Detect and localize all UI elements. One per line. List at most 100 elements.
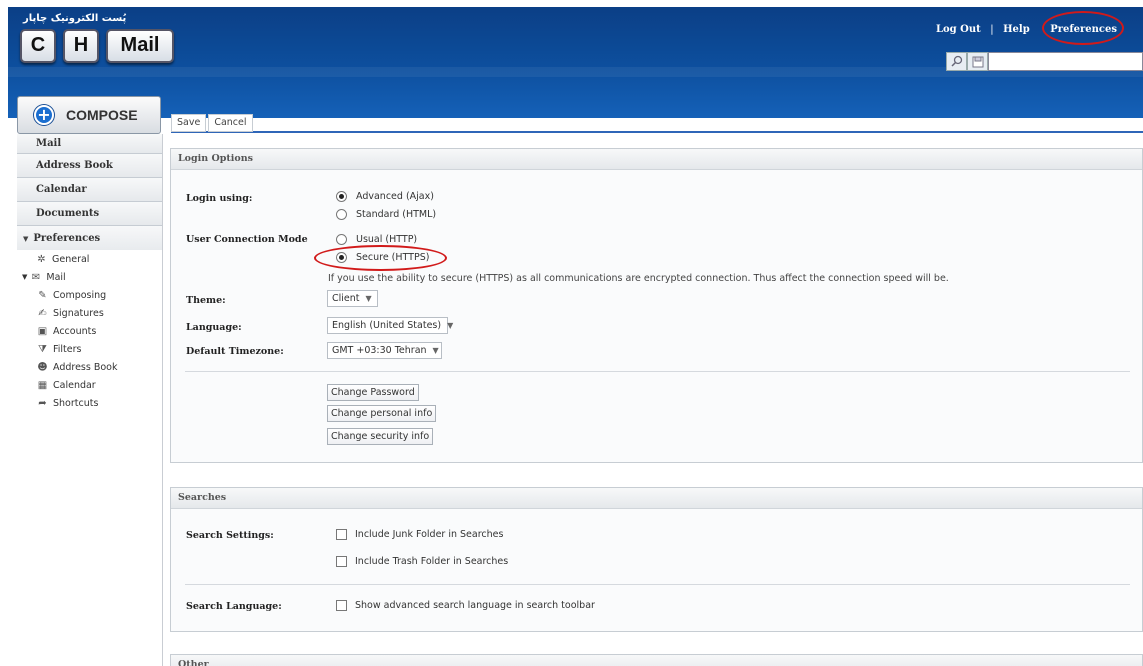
panel-title: Other [171,655,1142,666]
other-panel: Other [170,654,1143,666]
divider [185,371,1130,372]
divider [185,584,1130,585]
theme-label: Theme: [186,295,226,306]
checkbox-box [336,556,347,567]
tree-item-address-book[interactable]: ☻ Address Book [17,358,162,376]
cancel-button[interactable]: Cancel [208,113,253,132]
checkbox-include-trash[interactable]: Include Trash Folder in Searches [336,556,508,567]
sidebar: Mail Address Book Calendar Documents ▼ P… [17,134,163,666]
compose-button[interactable]: + COMPOSE [17,96,161,134]
radio-label: Usual (HTTP) [356,234,418,245]
tree-item-mail[interactable]: ▼ ✉ Mail [17,268,162,286]
logout-link[interactable]: Log Out [936,24,981,35]
header-bar: پُست الکترونیک چاپار C H Mail Log Out | … [8,7,1143,118]
checkbox-label: Include Trash Folder in Searches [355,556,509,567]
accounts-icon: ▣ [37,325,48,337]
connection-mode-label: User Connection Mode [186,234,308,245]
save-search-button[interactable] [967,52,988,71]
radio-advanced[interactable]: Advanced (Ajax) [336,191,434,202]
toolbar: Save Cancel [171,113,1143,133]
help-link[interactable]: Help [1003,24,1030,35]
tree-item-composing[interactable]: ✎ Composing [17,286,162,304]
radio-unchecked [336,234,347,245]
annotation-circle-preferences [1042,11,1124,45]
search-button[interactable] [946,52,967,71]
tree-label: Filters [53,343,82,355]
checkbox-include-junk[interactable]: Include Junk Folder in Searches [336,529,503,540]
tree-label: Accounts [53,325,97,337]
timezone-label: Default Timezone: [186,346,284,357]
tree-item-calendar[interactable]: ▦ Calendar [17,376,162,394]
logo-key-h: H [63,29,99,63]
expand-triangle-icon: ▼ [22,273,28,281]
search-language-label: Search Language: [186,601,282,612]
radio-standard[interactable]: Standard (HTML) [336,209,436,220]
search-settings-label: Search Settings: [186,530,274,541]
tree-item-shortcuts[interactable]: ➦ Shortcuts [17,394,162,412]
tree-label: Address Book [53,361,118,373]
calendar-icon: ▦ [37,379,48,391]
select-value: Client [332,293,360,304]
checkbox-label: Include Junk Folder in Searches [355,529,504,540]
link-separator: | [990,24,994,35]
checkbox-show-advanced[interactable]: Show advanced search language in search … [336,600,595,611]
tree-label: Shortcuts [53,397,99,409]
logo-key-c: C [20,29,56,63]
panel-title: Login Options [171,149,1142,170]
change-password-button[interactable]: Change Password [327,384,419,401]
checkbox-box [336,600,347,611]
chevron-down-icon: ▼ [365,294,372,303]
checkbox-box [336,529,347,540]
envelope-icon: ✉ [31,271,41,283]
select-value: English (United States) [332,320,442,331]
tree-item-accounts[interactable]: ▣ Accounts [17,322,162,340]
timezone-select[interactable]: GMT +03:30 Tehran ▼ [327,342,442,359]
left-margin [0,0,8,666]
tree-label: Calendar [53,379,96,391]
radio-unchecked [336,209,347,220]
tree-label: Signatures [53,307,104,319]
language-label: Language: [186,322,242,333]
pencil-icon: ✎ [38,289,47,301]
signature-icon: ✍ [38,307,47,319]
language-select[interactable]: English (United States) ▼ [327,317,453,334]
preferences-label: Preferences [33,232,101,244]
radio-http[interactable]: Usual (HTTP) [336,234,417,245]
search-icon [951,55,963,67]
preferences-tree: ✲ General ▼ ✉ Mail ✎ Composing ✍ Signatures … [17,250,162,412]
filter-icon: ⧩ [38,343,47,355]
shortcut-icon: ➦ [38,397,47,409]
change-security-info-button[interactable]: Change security info [327,428,434,445]
chevron-down-icon: ▼ [432,346,439,355]
change-personal-info-button[interactable]: Change personal info [327,405,437,422]
panel-title: Searches [171,488,1142,509]
theme-select[interactable]: Client ▼ [327,290,378,307]
searches-panel: Searches Search Settings: Include Junk F… [170,487,1143,632]
tree-label: General [52,253,90,265]
tree-item-signatures[interactable]: ✍ Signatures [17,304,162,322]
radio-checked [336,191,347,202]
person-icon: ☻ [37,361,48,373]
https-note: If you use the ability to secure (HTTPS)… [328,273,949,284]
app-window: پُست الکترونیک چاپار C H Mail Log Out | … [0,0,1143,666]
sidebar-item-documents[interactable]: Documents [17,202,162,226]
gear-icon: ✲ [37,253,46,265]
annotation-circle-https [314,245,447,271]
radio-label: Advanced (Ajax) [356,191,434,202]
brand-text-persian: پُست الکترونیک چاپار [23,13,127,24]
logo-key-mail: Mail [106,29,174,63]
login-options-panel: Login Options Login using: Advanced (Aja… [170,148,1143,463]
sidebar-item-address-book[interactable]: Address Book [17,154,162,178]
search-box [946,52,1143,71]
sidebar-item-preferences[interactable]: ▼ Preferences [17,226,162,250]
sidebar-item-mail[interactable]: Mail [17,134,162,154]
tree-item-general[interactable]: ✲ General [17,250,162,268]
tree-label: Composing [53,289,107,301]
sidebar-item-calendar[interactable]: Calendar [17,178,162,202]
tree-item-filters[interactable]: ⧩ Filters [17,340,162,358]
search-input[interactable] [988,52,1143,71]
plus-icon: + [34,105,54,125]
chevron-down-icon: ▼ [447,321,454,330]
login-using-label: Login using: [186,193,253,204]
save-button[interactable]: Save [171,113,207,132]
